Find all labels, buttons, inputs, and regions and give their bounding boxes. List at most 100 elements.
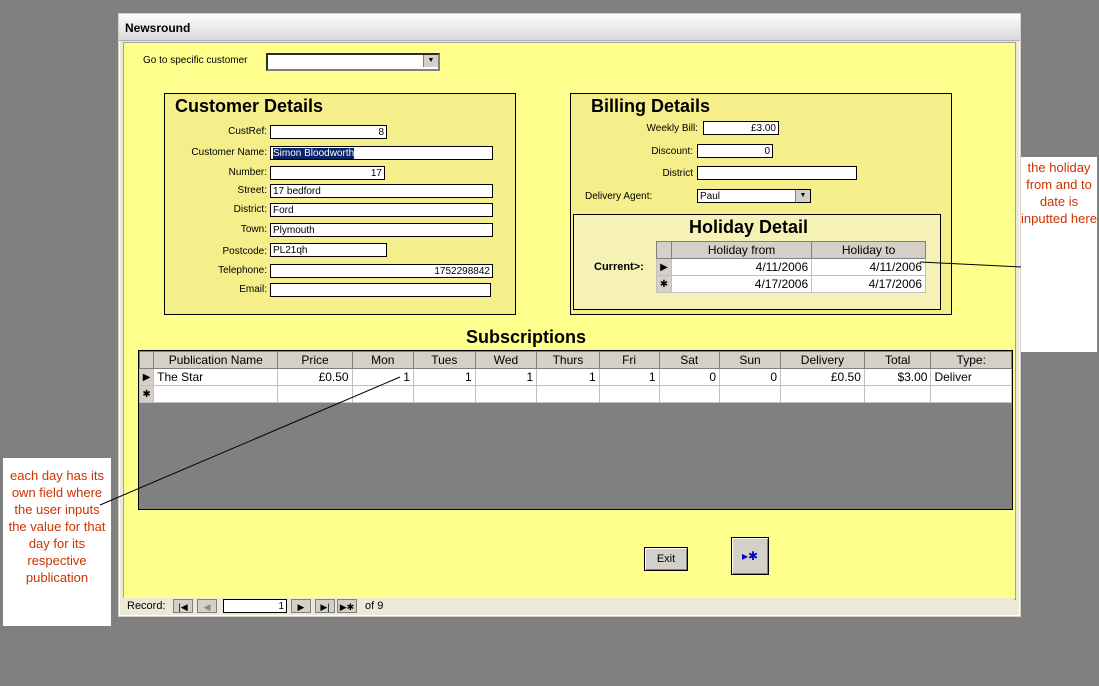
current-record-arrow-icon[interactable]: ▶ xyxy=(656,258,672,276)
custref-label: CustRef: xyxy=(228,126,267,137)
subscriptions-new-cell[interactable] xyxy=(780,385,865,403)
last-record-icon[interactable]: ▶| xyxy=(315,599,335,613)
exit-button[interactable]: Exit xyxy=(644,547,688,571)
subscriptions-cell[interactable]: 1 xyxy=(598,368,660,386)
subscriptions-col-header: Wed xyxy=(474,351,538,369)
subscriptions-col-header: Tues xyxy=(412,351,476,369)
subscriptions-cell[interactable]: £0.50 xyxy=(277,368,353,386)
telephone-label: Telephone: xyxy=(218,265,267,276)
subscriptions-col-header: Price xyxy=(277,351,353,369)
current-label: Current>: xyxy=(594,261,644,273)
subscriptions-new-cell[interactable] xyxy=(412,385,476,403)
record-number-field[interactable]: 1 xyxy=(223,599,287,613)
delivery-agent-value: Paul xyxy=(700,191,721,202)
customer-details-panel: Customer Details CustRef: 8 Customer Nam… xyxy=(164,93,516,315)
form-body: Go to specific customer ▼ Customer Detai… xyxy=(123,42,1016,600)
table-row: ▶ The Star £0.50 1 1 1 1 1 0 0 £0.50 $3.00 Deliver xyxy=(138,368,1012,386)
subscriptions-new-cell[interactable] xyxy=(474,385,538,403)
subscriptions-header-row: Publication Name Price Mon Tues Wed Thurs Fri S… xyxy=(138,351,1012,369)
holiday-to-cell[interactable]: 4/17/2006 xyxy=(811,275,926,293)
title-bar: Newsround xyxy=(119,14,1020,41)
postcode-field[interactable]: PL21qh xyxy=(270,243,387,257)
chevron-down-icon[interactable]: ▼ xyxy=(423,55,438,67)
goto-label: Go to specific customer xyxy=(143,55,248,66)
number-field[interactable]: 17 xyxy=(270,166,385,180)
district-label: District: xyxy=(233,204,267,215)
subscriptions-col-header: Sun xyxy=(719,351,782,369)
subscriptions-col-header: Total xyxy=(863,351,932,369)
subscriptions-new-cell[interactable] xyxy=(863,385,932,403)
email-field[interactable] xyxy=(270,283,491,297)
delivery-agent-label: Delivery Agent: xyxy=(585,191,653,202)
town-field[interactable]: Plymouth xyxy=(270,223,493,237)
new-record-asterisk-icon[interactable]: ✱ xyxy=(656,275,672,293)
subscriptions-col-header: Mon xyxy=(351,351,414,369)
subscriptions-cell[interactable]: £0.50 xyxy=(780,368,865,386)
subscriptions-cell[interactable]: Deliver xyxy=(930,368,1012,386)
town-label: Town: xyxy=(240,224,267,235)
holiday-to-cell[interactable]: 4/11/2006 xyxy=(811,258,926,276)
new-record-button[interactable]: ▸✱ xyxy=(731,537,769,575)
subscriptions-cell[interactable]: 1 xyxy=(536,368,600,386)
subscriptions-cell[interactable]: $3.00 xyxy=(863,368,932,386)
weekly-bill-label: Weekly Bill: xyxy=(646,123,699,134)
table-row: ✱ 4/17/2006 4/17/2006 xyxy=(656,275,926,293)
holiday-grid: Holiday from Holiday to ▶ 4/11/2006 4/11… xyxy=(656,241,926,293)
next-record-icon[interactable]: ▶ xyxy=(291,599,311,613)
record-count: of 9 xyxy=(365,600,384,612)
record-navigation: Record: |◀ ◀ 1 ▶ ▶| ▶✱ of 9 xyxy=(123,598,1014,614)
subscriptions-col-header: Fri xyxy=(598,351,660,369)
weekly-bill-field[interactable]: £3.00 xyxy=(703,121,779,135)
discount-field[interactable]: 0 xyxy=(697,144,773,158)
district-field[interactable]: Ford xyxy=(270,203,493,217)
window-title: Newsround xyxy=(125,21,191,35)
email-label: Email: xyxy=(239,284,267,295)
day-fields-annotation: each day has its own field where the use… xyxy=(3,458,111,626)
custref-field[interactable]: 8 xyxy=(270,125,387,139)
subscriptions-corner xyxy=(138,351,155,369)
subscriptions-new-cell[interactable] xyxy=(658,385,721,403)
chevron-down-icon[interactable]: ▼ xyxy=(795,190,810,202)
subscriptions-col-header: Thurs xyxy=(536,351,600,369)
subscriptions-col-header: Sat xyxy=(658,351,721,369)
holiday-col-from: Holiday from xyxy=(670,241,813,259)
subscriptions-cell[interactable]: 1 xyxy=(412,368,476,386)
new-record-nav-icon[interactable]: ▶✱ xyxy=(337,599,357,613)
subscriptions-cell[interactable]: 1 xyxy=(474,368,538,386)
previous-record-icon[interactable]: ◀ xyxy=(197,599,217,613)
current-record-arrow-icon[interactable]: ▶ xyxy=(138,368,155,386)
subscriptions-new-cell[interactable] xyxy=(153,385,279,403)
subscriptions-new-cell[interactable] xyxy=(536,385,600,403)
customer-name-field[interactable]: Simon Bloodworth xyxy=(270,146,493,160)
billing-district-field[interactable] xyxy=(697,166,857,180)
holiday-col-to: Holiday to xyxy=(811,241,926,259)
holiday-from-cell[interactable]: 4/17/2006 xyxy=(670,275,813,293)
subscriptions-cell[interactable]: 0 xyxy=(719,368,782,386)
subscriptions-new-cell[interactable] xyxy=(277,385,353,403)
holiday-detail-panel: Holiday Detail Current>: Holiday from Ho… xyxy=(573,214,941,310)
telephone-field[interactable]: 1752298842 xyxy=(270,264,493,278)
subscriptions-new-cell[interactable] xyxy=(930,385,1012,403)
subscriptions-col-header: Delivery xyxy=(780,351,865,369)
subscriptions-new-cell[interactable] xyxy=(719,385,782,403)
new-record-asterisk-icon[interactable]: ✱ xyxy=(138,385,155,403)
newsround-window: Newsround Go to specific customer ▼ Cust… xyxy=(118,13,1021,617)
delivery-agent-combo[interactable]: Paul ▼ xyxy=(697,189,811,203)
subscriptions-new-cell[interactable] xyxy=(351,385,414,403)
street-field[interactable]: 17 bedford xyxy=(270,184,493,198)
subscriptions-cell[interactable]: 0 xyxy=(658,368,721,386)
customer-details-title: Customer Details xyxy=(175,96,324,116)
holiday-from-cell[interactable]: 4/11/2006 xyxy=(670,258,813,276)
subscriptions-cell[interactable]: The Star xyxy=(153,368,279,386)
subscriptions-cell[interactable]: 1 xyxy=(351,368,414,386)
first-record-icon[interactable]: |◀ xyxy=(173,599,193,613)
holiday-annotation: the holiday from and to date is inputted… xyxy=(1021,157,1097,352)
billing-details-title: Billing Details xyxy=(591,96,711,116)
billing-district-label: District xyxy=(662,168,693,179)
goto-customer-combo[interactable]: ▼ xyxy=(266,53,440,71)
billing-details-panel: Billing Details Weekly Bill: £3.00 Disco… xyxy=(570,93,952,315)
subscriptions-grid-area: Publication Name Price Mon Tues Wed Thurs Fri S… xyxy=(138,350,1013,510)
subscriptions-new-cell[interactable] xyxy=(598,385,660,403)
new-record-icon: ▸✱ xyxy=(741,549,759,563)
discount-label: Discount: xyxy=(651,146,693,157)
